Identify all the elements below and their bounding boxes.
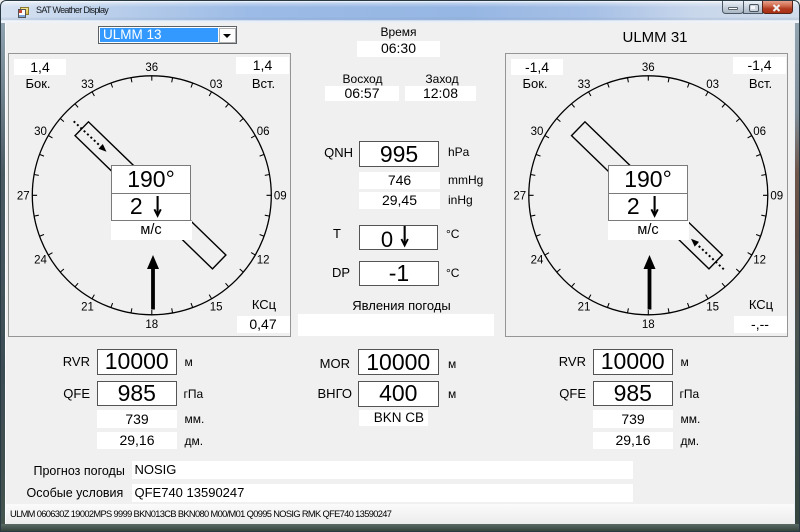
svg-text:24: 24 bbox=[531, 255, 544, 267]
svg-text:18: 18 bbox=[642, 319, 655, 331]
svg-text:21: 21 bbox=[81, 302, 94, 314]
svg-text:06: 06 bbox=[753, 126, 766, 138]
svg-text:24: 24 bbox=[34, 255, 47, 267]
svg-text:36: 36 bbox=[642, 62, 655, 74]
svg-text:12: 12 bbox=[753, 255, 766, 267]
svg-text:21: 21 bbox=[578, 302, 591, 314]
svg-text:09: 09 bbox=[770, 190, 783, 202]
svg-text:30: 30 bbox=[531, 126, 544, 138]
svg-text:27: 27 bbox=[513, 190, 526, 202]
svg-text:36: 36 bbox=[145, 62, 158, 74]
svg-text:27: 27 bbox=[17, 190, 30, 202]
svg-text:09: 09 bbox=[274, 190, 287, 202]
svg-text:30: 30 bbox=[34, 126, 47, 138]
svg-text:06: 06 bbox=[257, 126, 270, 138]
svg-text:18: 18 bbox=[145, 319, 158, 331]
